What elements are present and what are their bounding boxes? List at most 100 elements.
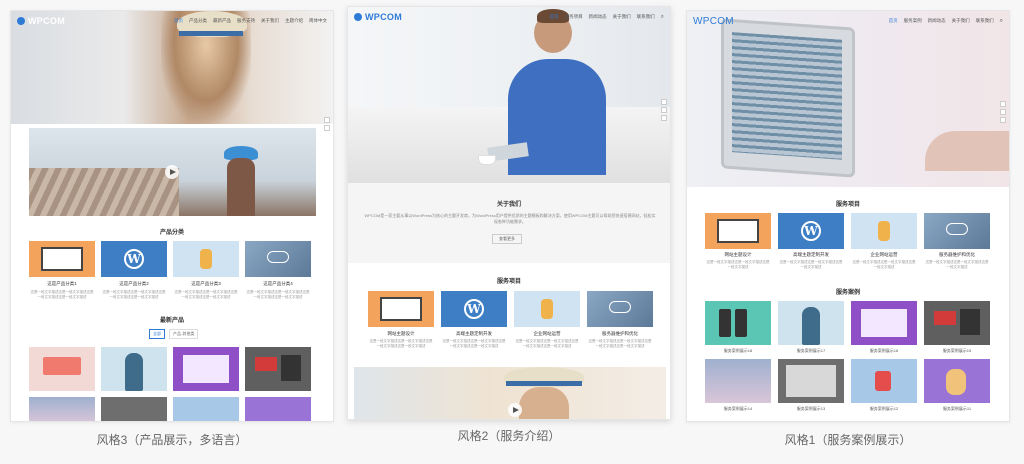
service-desc-3: 这是一段文字描述这是一段文字描述这是一段文字描述这是一段文字描述 — [515, 339, 579, 348]
nav-item-home[interactable]: 首页 — [174, 18, 183, 24]
nav-item-categories[interactable]: 产品分类 — [189, 18, 207, 24]
style1-preview-card[interactable]: WPCOM 首页 服务案例 新闻动态 关于我们 联系我们 ⌕ 服务项目 W 网站… — [686, 10, 1010, 422]
nav-item-support[interactable]: 服务支持 — [237, 18, 255, 24]
theme-style-gallery: WPCOM 首页 产品分类 最新产品 服务支持 关于我们 主题介绍 简体中文 产… — [0, 0, 1024, 464]
product-tile-1[interactable] — [29, 347, 95, 391]
about-more-button[interactable]: 查看更多 — [492, 234, 522, 244]
product-tile-4[interactable] — [245, 347, 311, 391]
wordpress-icon: W — [801, 221, 821, 241]
category-label-3[interactable]: 这是产品分类3 — [173, 281, 239, 287]
category-tile-2[interactable]: W — [101, 241, 167, 277]
code-editor-shape — [732, 32, 842, 160]
case-label-2[interactable]: 服务案例展示17 — [778, 348, 844, 354]
edit-icon[interactable] — [1000, 117, 1006, 123]
case-label-6[interactable]: 服务案例展示13 — [778, 406, 844, 412]
service-label-4[interactable]: 服务器维护和优化 — [587, 331, 653, 337]
chat-icon[interactable] — [324, 117, 330, 123]
nav-item-contact[interactable]: 联系我们 — [976, 18, 994, 24]
service-tile-2[interactable]: W — [778, 213, 844, 249]
category-label-1[interactable]: 这是产品分类1 — [29, 281, 95, 287]
edit-icon[interactable] — [661, 115, 667, 121]
case-label-3[interactable]: 服务案例展示16 — [851, 348, 917, 354]
category-tile-1[interactable] — [29, 241, 95, 277]
service-tile-1[interactable] — [705, 213, 771, 249]
share-icon[interactable] — [1000, 109, 1006, 115]
style1-side-tools — [1000, 101, 1006, 123]
style3-logo[interactable]: WPCOM — [17, 16, 65, 26]
product-tile-8[interactable] — [245, 397, 311, 421]
case-tile-8[interactable] — [924, 359, 990, 403]
service-label-2[interactable]: 高端主题定制开发 — [441, 331, 507, 337]
screen-mockup-shape — [861, 309, 907, 337]
nav-item-about[interactable]: 关于我们 — [613, 14, 631, 20]
style1-logo[interactable]: WPCOM — [693, 16, 734, 27]
service-label-4[interactable]: 服务器维护和优化 — [924, 252, 990, 258]
hat-band-shape — [179, 31, 243, 36]
tab-all[interactable]: 全部 — [149, 329, 165, 339]
case-tile-2[interactable] — [778, 301, 844, 345]
style2-logo[interactable]: WPCOM — [354, 12, 402, 22]
share-icon[interactable] — [324, 125, 330, 131]
nav-item-cases[interactable]: 服务案例 — [904, 18, 922, 24]
service-label-3[interactable]: 企业网站运营 — [851, 252, 917, 258]
service-tile-2[interactable]: W — [441, 291, 507, 327]
style2-preview-card[interactable]: WPCOM 首页 服务项目 新闻动态 关于我们 联系我们 ⌕ 关于我们 WPCO… — [347, 6, 671, 420]
style1-header: WPCOM 首页 服务案例 新闻动态 关于我们 联系我们 ⌕ — [687, 11, 1009, 31]
play-icon[interactable] — [508, 403, 522, 417]
case-tile-7[interactable] — [851, 359, 917, 403]
category-tile-4[interactable] — [245, 241, 311, 277]
service-tile-3[interactable] — [851, 213, 917, 249]
case-tile-3[interactable] — [851, 301, 917, 345]
service-label-3[interactable]: 企业网站运营 — [514, 331, 580, 337]
phone-shape — [719, 309, 731, 337]
nav-item-services[interactable]: 服务项目 — [565, 14, 583, 20]
nav-item-about[interactable]: 关于我们 — [261, 18, 279, 24]
service-label-2[interactable]: 高端主题定制开发 — [778, 252, 844, 258]
nav-item-news[interactable]: 新闻动态 — [589, 14, 607, 20]
nav-item-news[interactable]: 新闻动态 — [928, 18, 946, 24]
search-icon[interactable]: ⌕ — [1000, 18, 1003, 25]
case-label-8[interactable]: 服务案例展示11 — [924, 406, 990, 412]
case-label-7[interactable]: 服务案例展示12 — [851, 406, 917, 412]
tab-other[interactable]: 产品-其他类 — [169, 329, 199, 339]
nav-item-latest[interactable]: 最新产品 — [213, 18, 231, 24]
style2-caption: 风格2（服务介绍） — [457, 429, 561, 443]
style3-caption: 风格3（产品展示，多语言） — [96, 433, 248, 447]
chat-icon[interactable] — [661, 99, 667, 105]
category-label-4[interactable]: 这是产品分类4 — [245, 281, 311, 287]
play-icon[interactable] — [165, 165, 179, 179]
product-tile-5[interactable] — [29, 397, 95, 421]
category-tile-3[interactable] — [173, 241, 239, 277]
service-label-1[interactable]: 网站主题设计 — [705, 252, 771, 258]
nav-item-home[interactable]: 首页 — [889, 18, 898, 24]
product-tile-7[interactable] — [173, 397, 239, 421]
service-tile-4[interactable] — [587, 291, 653, 327]
case-tile-4[interactable] — [924, 301, 990, 345]
service-tile-4[interactable] — [924, 213, 990, 249]
product-tile-3[interactable] — [173, 347, 239, 391]
product-tile-6[interactable] — [101, 397, 167, 421]
case-tile-1[interactable] — [705, 301, 771, 345]
case-label-1[interactable]: 服务案例展示18 — [705, 348, 771, 354]
case-label-4[interactable]: 服务案例展示15 — [924, 348, 990, 354]
nav-item-about[interactable]: 关于我们 — [952, 18, 970, 24]
chat-icon[interactable] — [1000, 101, 1006, 107]
nav-item-themes[interactable]: 主题介绍 — [285, 18, 303, 24]
screen-mockup-shape — [380, 297, 422, 321]
nav-item-contact[interactable]: 联系我们 — [637, 14, 655, 20]
case-label-5[interactable]: 服务案例展示14 — [705, 406, 771, 412]
case-tile-6[interactable] — [778, 359, 844, 403]
nav-item-language[interactable]: 简体中文 — [309, 18, 327, 24]
product-tile-2[interactable] — [101, 347, 167, 391]
service-tile-3[interactable] — [514, 291, 580, 327]
share-icon[interactable] — [661, 107, 667, 113]
logo-icon — [354, 13, 362, 21]
service-tile-1[interactable] — [368, 291, 434, 327]
service-label-1[interactable]: 网站主题设计 — [368, 331, 434, 337]
case-tile-5[interactable] — [705, 359, 771, 403]
style2-header: WPCOM 首页 服务项目 新闻动态 关于我们 联系我们 ⌕ — [348, 7, 670, 27]
style3-preview-card[interactable]: WPCOM 首页 产品分类 最新产品 服务支持 关于我们 主题介绍 简体中文 产… — [10, 10, 334, 422]
search-icon[interactable]: ⌕ — [661, 14, 664, 21]
nav-item-home[interactable]: 首页 — [550, 14, 559, 20]
category-label-2[interactable]: 这是产品分类2 — [101, 281, 167, 287]
